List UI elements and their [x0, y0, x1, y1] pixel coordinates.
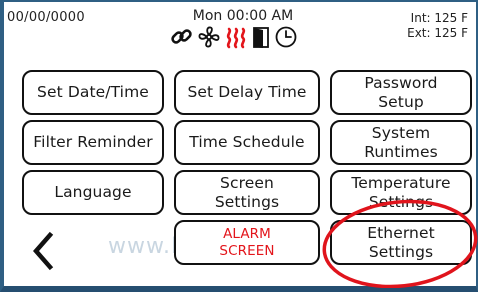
button-label: Language	[54, 183, 132, 201]
heat-icon	[224, 25, 248, 49]
status-icons	[170, 24, 298, 50]
set-date-time-button[interactable]: Set Date/Time	[22, 70, 164, 115]
button-label: Password	[364, 73, 438, 92]
button-label: Set Delay Time	[187, 83, 307, 101]
alarm-screen-button[interactable]: ALARM SCREEN	[174, 220, 320, 265]
door-icon	[251, 25, 271, 49]
chevron-left-icon	[33, 231, 54, 271]
button-label: Temperature	[351, 173, 451, 192]
exterior-temp: Ext: 125 F	[407, 26, 468, 40]
screen-settings-button[interactable]: Screen Settings	[174, 170, 320, 215]
filter-reminder-button[interactable]: Filter Reminder	[22, 120, 164, 165]
button-label: Time Schedule	[189, 133, 305, 151]
button-label: SCREEN	[219, 242, 275, 259]
link-icon	[170, 25, 194, 49]
interior-temp: Int: 125 F	[410, 11, 468, 25]
button-label: System	[371, 123, 431, 142]
language-button[interactable]: Language	[22, 170, 164, 215]
fan-icon	[197, 25, 221, 49]
date-display: 00/00/0000	[7, 10, 85, 25]
clock-icon	[274, 25, 298, 49]
button-label: ALARM	[223, 225, 271, 242]
highlight-circle	[322, 199, 478, 288]
button-label: Setup	[378, 92, 424, 111]
temperature-readout: Int: 125 F Ext: 125 F	[407, 11, 468, 41]
button-label: Filter Reminder	[33, 133, 153, 151]
button-label: Set Date/Time	[37, 83, 149, 101]
button-label: Settings	[214, 192, 280, 211]
system-runtimes-button[interactable]: System Runtimes	[330, 120, 472, 165]
day-time-display: Mon 00:00 AM	[192, 8, 294, 24]
button-label: Screen	[220, 173, 274, 192]
password-setup-button[interactable]: Password Setup	[330, 70, 472, 115]
set-delay-time-button[interactable]: Set Delay Time	[174, 70, 320, 115]
button-label: Runtimes	[364, 142, 438, 161]
time-schedule-button[interactable]: Time Schedule	[174, 120, 320, 165]
back-button[interactable]	[28, 230, 58, 272]
